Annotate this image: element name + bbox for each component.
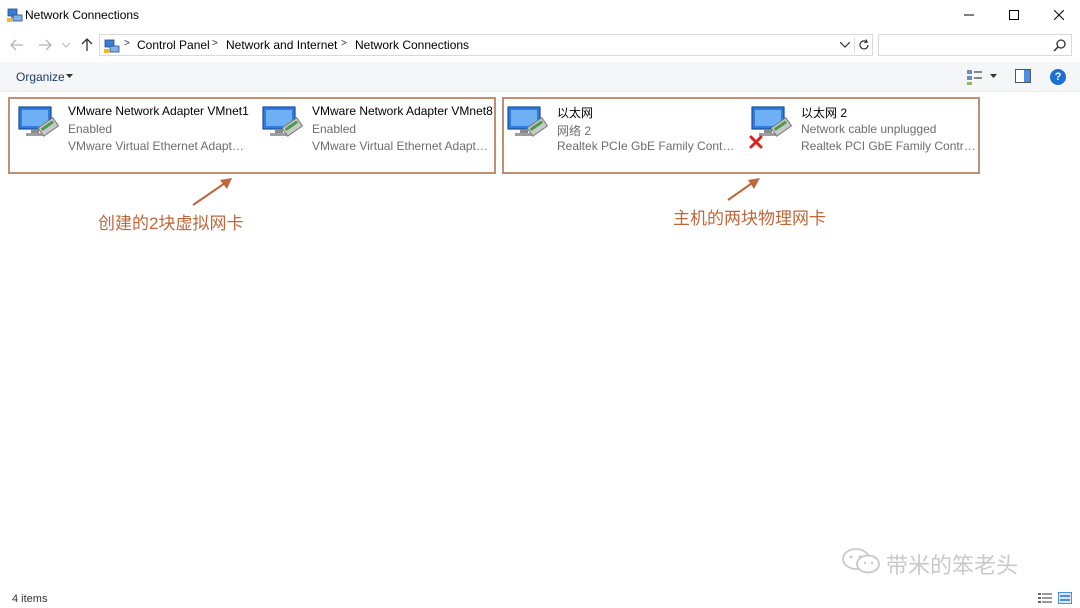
annotation-arrows	[192, 178, 760, 206]
item-count: 4 items	[12, 593, 48, 605]
virtual-adapters-annotation: 创建的2块虚拟网卡	[98, 214, 244, 233]
wechat-logo-icon	[842, 548, 880, 574]
arrow-virtual	[192, 178, 232, 206]
details-view-icon[interactable]	[1038, 592, 1052, 604]
tiles-view-icon[interactable]	[1058, 592, 1072, 604]
status-bar: 4 items	[0, 588, 1080, 608]
arrow-physical	[727, 178, 760, 201]
physical-adapters-annotation: 主机的两块物理网卡	[673, 209, 826, 228]
watermark-text: 带米的笨老头	[886, 553, 1019, 578]
